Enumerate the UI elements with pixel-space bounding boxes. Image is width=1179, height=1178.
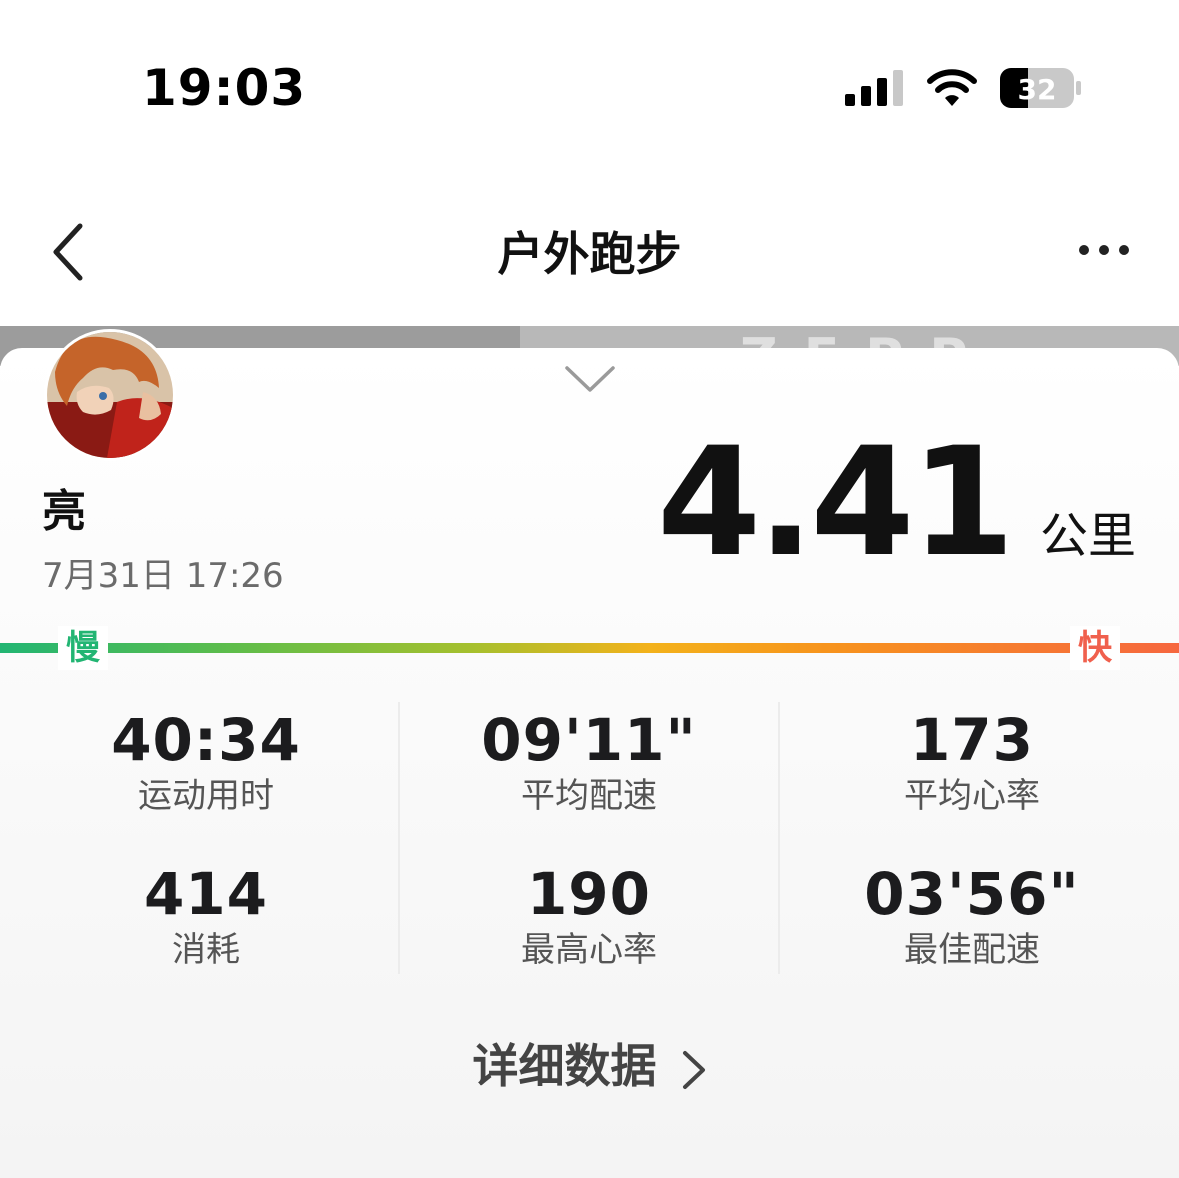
pace-slow-label: 慢: [58, 626, 108, 670]
stat-label: 最佳配速: [904, 930, 1040, 970]
detail-data-link[interactable]: 详细数据: [0, 1036, 1179, 1096]
stat-avg-pace: 09'11" 平均配速: [393, 706, 785, 818]
stat-value: 40:34: [111, 706, 301, 774]
pace-gradient-bar: [0, 643, 1179, 653]
battery-level: 32: [1018, 73, 1057, 106]
stat-label: 平均心率: [904, 776, 1040, 816]
stat-avg-heart-rate: 173 平均心率: [776, 706, 1168, 818]
wifi-icon: [927, 69, 977, 106]
stat-value: 190: [526, 860, 652, 928]
stat-label: 最高心率: [521, 930, 657, 970]
distance-unit: 公里: [1040, 508, 1137, 564]
avatar[interactable]: [44, 329, 176, 461]
signal-icon: [845, 70, 903, 106]
more-horizontal-icon[interactable]: [1076, 238, 1132, 262]
stat-value: 03'56": [864, 860, 1080, 928]
chevron-right-icon: [682, 1050, 705, 1089]
stat-max-heart-rate: 190 最高心率: [393, 860, 785, 972]
detail-data-label: 详细数据: [472, 1039, 657, 1093]
username: 亮: [42, 486, 86, 537]
avatar-image: [47, 332, 173, 458]
stat-value: 414: [143, 860, 269, 928]
stat-value: 09'11": [481, 706, 697, 774]
stat-calories: 414 消耗: [10, 860, 402, 972]
pace-fast-label: 快: [1070, 626, 1120, 670]
stat-label: 运动用时: [138, 776, 274, 816]
battery-icon: 32: [1000, 68, 1081, 108]
status-time: 19:03: [142, 59, 307, 117]
stat-duration: 40:34 运动用时: [10, 706, 402, 818]
distance-value: 4.41: [656, 416, 1015, 590]
workout-datetime: 7月31日 17:26: [42, 556, 284, 596]
status-bar: 19:03 32: [0, 0, 1179, 150]
chevron-down-icon[interactable]: [563, 362, 617, 396]
page-title: 户外跑步: [497, 227, 682, 281]
stat-label: 平均配速: [521, 776, 657, 816]
stat-best-pace: 03'56" 最佳配速: [776, 860, 1168, 972]
stat-value: 173: [909, 706, 1035, 774]
stat-label: 消耗: [172, 930, 240, 970]
